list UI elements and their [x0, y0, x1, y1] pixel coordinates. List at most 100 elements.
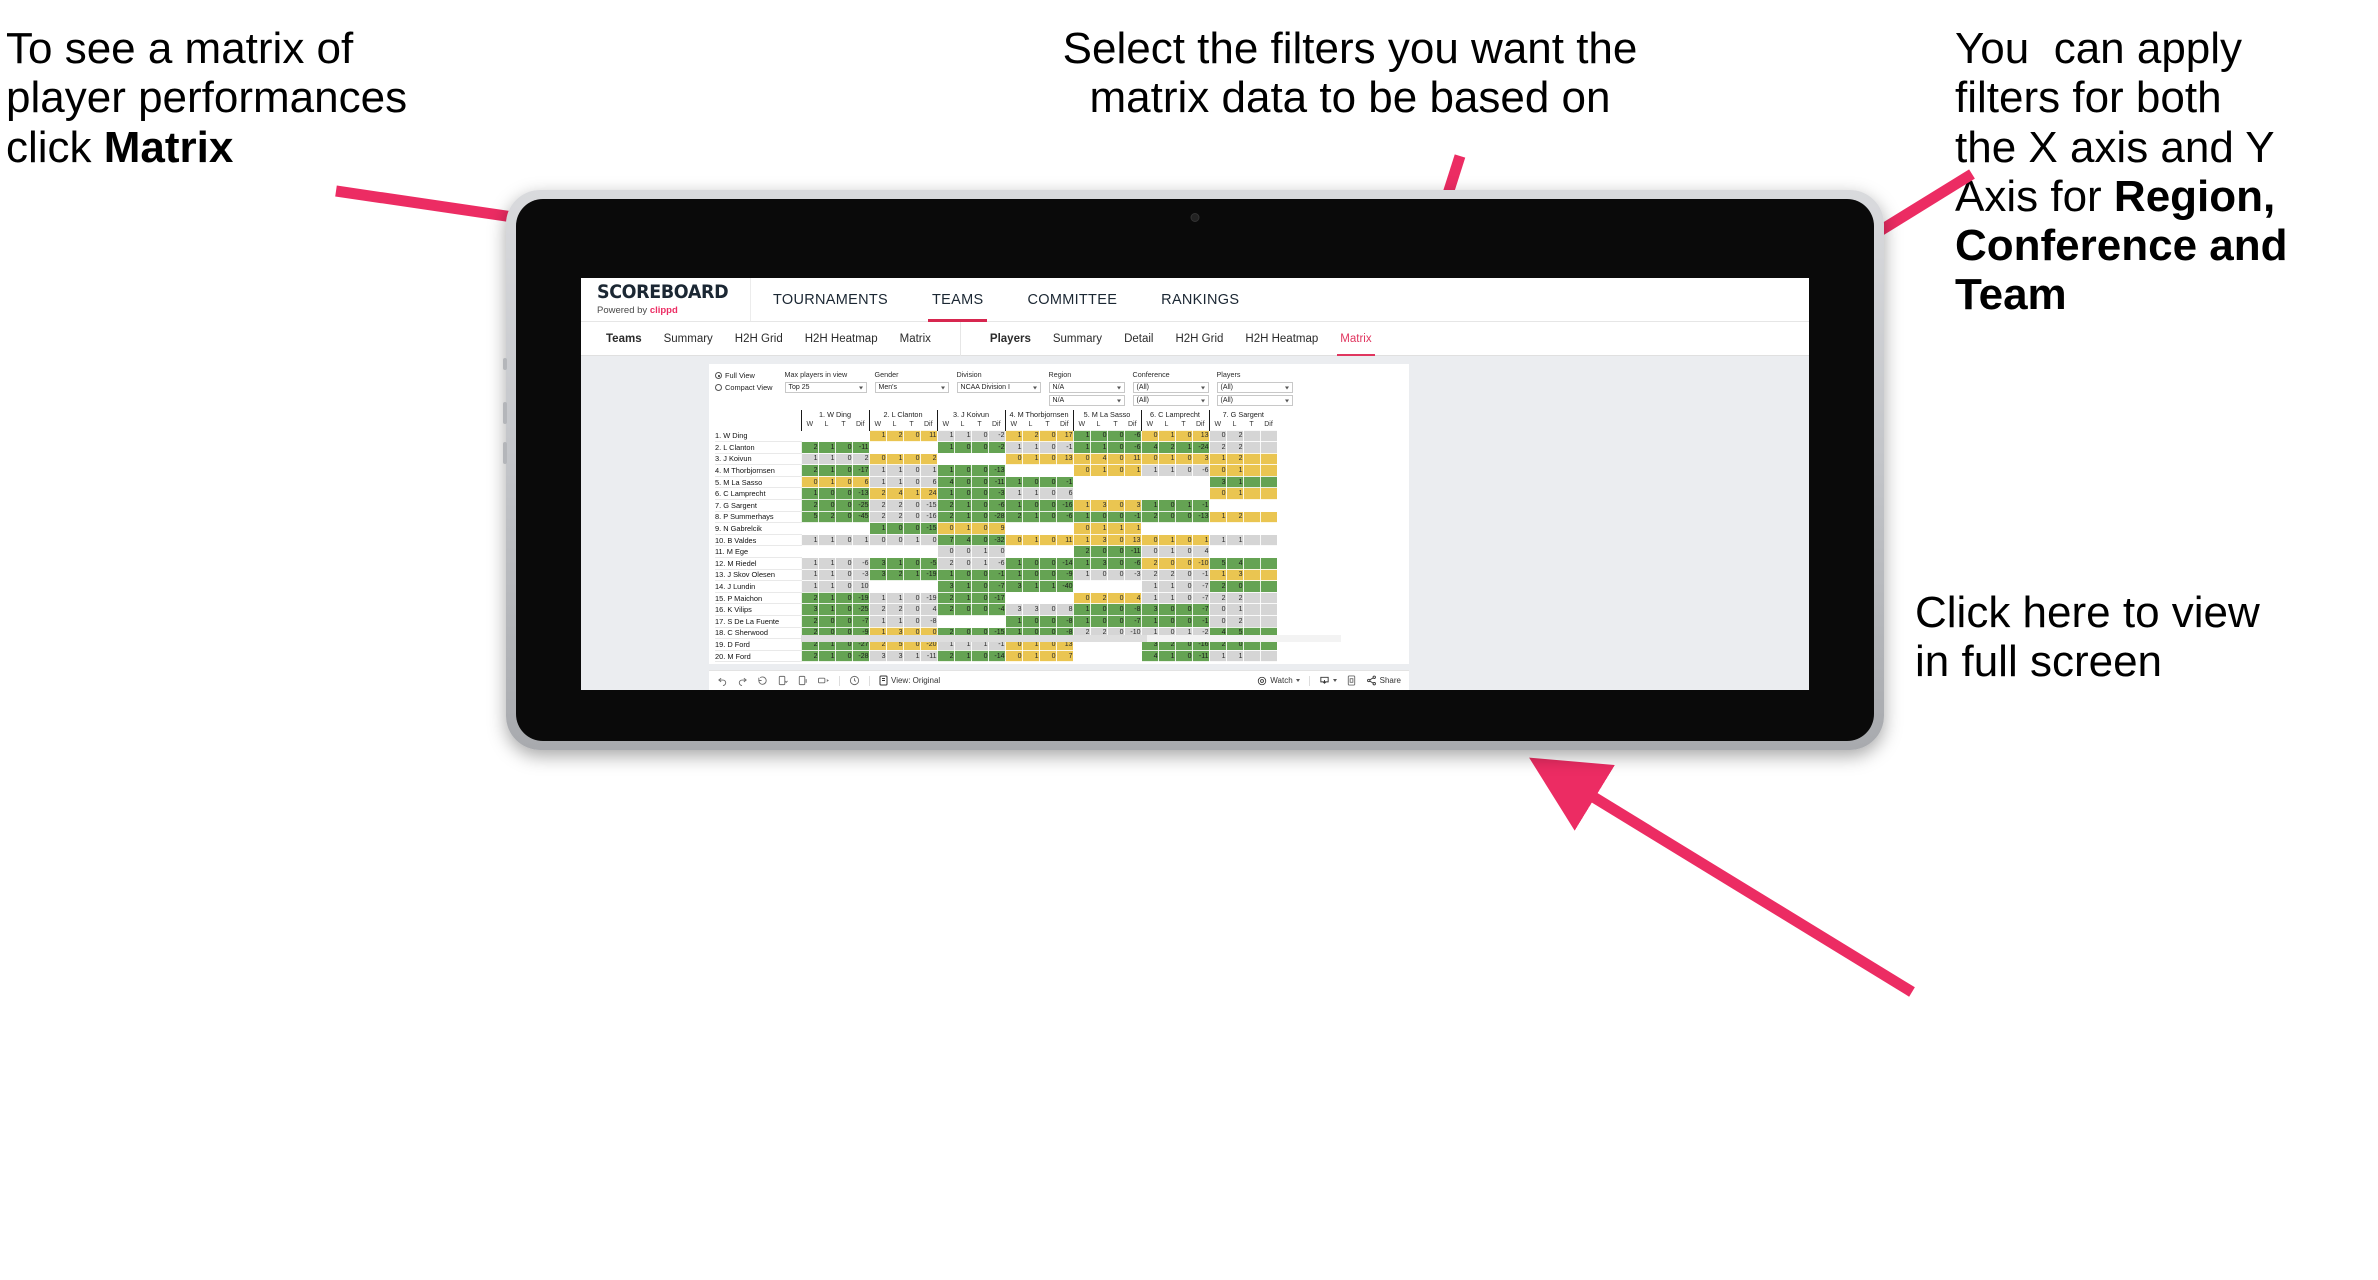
matrix-cell[interactable] — [1055, 591, 1074, 605]
matrix-cell[interactable]: 1 — [1021, 487, 1040, 501]
matrix-cell[interactable]: 0 — [1038, 510, 1057, 524]
matrix-cell[interactable]: 0 — [902, 603, 921, 616]
matrix-cell[interactable]: 1 — [885, 452, 904, 466]
matrix-cell[interactable]: 1 — [817, 475, 836, 489]
matrix-cell[interactable]: 2 — [1140, 510, 1159, 524]
matrix-cell[interactable] — [1089, 580, 1108, 593]
matrix-cell[interactable]: -3 — [1123, 568, 1142, 582]
matrix-cell[interactable]: 0 — [970, 591, 989, 605]
fullscreen-icon[interactable] — [1346, 675, 1357, 686]
matrix-cell[interactable]: 2 — [936, 603, 955, 616]
matrix-cell[interactable] — [1242, 452, 1261, 466]
matrix-cell[interactable]: 1 — [1140, 499, 1159, 512]
matrix-cell[interactable] — [1242, 429, 1261, 443]
matrix-cell[interactable]: 1 — [851, 533, 870, 547]
matrix-cell[interactable] — [834, 545, 853, 559]
matrix-cell[interactable] — [1259, 441, 1278, 454]
matrix-row-header[interactable]: 13. J Skov Olesen — [715, 569, 801, 582]
matrix-cell[interactable]: 0 — [834, 580, 853, 593]
history-icon[interactable] — [849, 675, 860, 686]
matrix-cell[interactable]: -6 — [987, 557, 1006, 570]
matrix-cell[interactable]: 0 — [1089, 603, 1108, 616]
matrix-cell[interactable]: 1 — [1089, 441, 1108, 454]
view-original-button[interactable]: View: Original — [879, 675, 940, 686]
matrix-cell[interactable]: 1 — [1140, 580, 1159, 593]
matrix-cell[interactable]: 4 — [1089, 452, 1108, 466]
matrix-cell[interactable] — [1174, 475, 1193, 489]
matrix-cell[interactable]: 2 — [936, 510, 955, 524]
matrix-cell[interactable]: 1 — [817, 603, 836, 616]
matrix-cell[interactable]: -7 — [1191, 603, 1210, 616]
matrix-cell[interactable]: 0 — [970, 475, 989, 489]
matrix-cell[interactable]: 1 — [1004, 487, 1023, 501]
matrix-cell[interactable]: 2 — [1225, 441, 1244, 454]
matrix-cell[interactable]: -28 — [851, 649, 870, 663]
matrix-row-header[interactable]: 19. D Ford — [715, 638, 801, 651]
matrix-cell[interactable]: 1 — [1072, 499, 1091, 512]
filter-gender-select[interactable]: Men's — [874, 382, 949, 393]
matrix-cell[interactable]: 0 — [1038, 615, 1057, 628]
matrix-cell[interactable]: 3 — [1089, 533, 1108, 547]
matrix-cell[interactable]: 0 — [1157, 557, 1176, 570]
matrix-cell[interactable] — [1259, 557, 1278, 570]
matrix-cell[interactable]: -7 — [987, 580, 1006, 593]
matrix-cell[interactable]: 2 — [800, 499, 819, 512]
matrix-cell[interactable]: -13 — [851, 487, 870, 501]
matrix-cell[interactable]: 1 — [1021, 580, 1040, 593]
matrix-cell[interactable]: 0 — [1174, 545, 1193, 559]
matrix-cell[interactable]: 1 — [885, 591, 904, 605]
matrix-cell[interactable]: 0 — [1038, 649, 1057, 663]
matrix-cell[interactable]: 1 — [953, 510, 972, 524]
matrix-cell[interactable]: 3 — [868, 568, 887, 582]
matrix-cell[interactable]: 1 — [800, 487, 819, 501]
matrix-cell[interactable]: 1 — [817, 568, 836, 582]
matrix-cell[interactable]: 0 — [1106, 499, 1125, 512]
matrix-cell[interactable]: -8 — [919, 615, 938, 628]
matrix-cell[interactable]: 1 — [902, 568, 921, 582]
matrix-cell[interactable]: -32 — [987, 533, 1006, 547]
matrix-cell[interactable]: 0 — [1038, 452, 1057, 466]
matrix-cell[interactable]: 0 — [902, 510, 921, 524]
matrix-cell[interactable]: 1 — [953, 591, 972, 605]
matrix-cell[interactable] — [1242, 557, 1261, 570]
matrix-cell[interactable]: 10 — [851, 580, 870, 593]
matrix-cell[interactable]: -6 — [851, 557, 870, 570]
matrix-cell[interactable]: 2 — [1089, 591, 1108, 605]
matrix-cell[interactable] — [1242, 591, 1261, 605]
matrix-cell[interactable]: 1 — [1191, 533, 1210, 547]
matrix-cell[interactable] — [1038, 464, 1057, 477]
matrix-cell[interactable]: 0 — [1038, 487, 1057, 501]
matrix-cell[interactable]: 1 — [953, 429, 972, 443]
matrix-cell[interactable]: 3 — [1089, 557, 1108, 570]
matrix-cell[interactable]: 1 — [1225, 464, 1244, 477]
matrix-cell[interactable]: 1 — [1174, 441, 1193, 454]
matrix-cell[interactable]: 0 — [902, 429, 921, 443]
filter-conference-select-y[interactable]: (All) — [1132, 395, 1209, 406]
matrix-cell[interactable]: 1 — [1072, 603, 1091, 616]
matrix-cell[interactable]: 5 — [800, 510, 819, 524]
matrix-cell[interactable]: 0 — [970, 510, 989, 524]
matrix-cell[interactable]: -6 — [1123, 429, 1142, 443]
matrix-cell[interactable]: 3 — [868, 557, 887, 570]
matrix-cell[interactable]: 1 — [1157, 591, 1176, 605]
matrix-cell[interactable]: 2 — [919, 452, 938, 466]
matrix-cell[interactable]: 0 — [1157, 499, 1176, 512]
matrix-cell[interactable] — [1072, 649, 1091, 663]
matrix-cell[interactable]: 4 — [936, 475, 955, 489]
matrix-cell[interactable]: -19 — [851, 591, 870, 605]
nav-tab-committee[interactable]: COMMITTEE — [1005, 278, 1139, 322]
matrix-cell[interactable]: 1 — [1021, 649, 1040, 663]
matrix-cell[interactable]: -2 — [987, 441, 1006, 454]
matrix-cell[interactable] — [1259, 522, 1278, 535]
matrix-row-header[interactable]: 4. M Thorbjornsen — [715, 464, 801, 477]
matrix-cell[interactable]: 0 — [1174, 580, 1193, 593]
matrix-cell[interactable] — [1021, 545, 1040, 559]
matrix-cell[interactable]: -24 — [1191, 441, 1210, 454]
matrix-cell[interactable]: 0 — [970, 441, 989, 454]
matrix-cell[interactable]: -1 — [1191, 499, 1210, 512]
matrix-cell[interactable]: 1 — [1072, 429, 1091, 443]
matrix-cell[interactable] — [885, 580, 904, 593]
matrix-cell[interactable]: 0 — [885, 533, 904, 547]
revert-icon[interactable] — [757, 675, 768, 686]
matrix-table-container[interactable]: 1. W Ding 2. L Clanton 3. J Koivun 4. M Tho… — [709, 408, 1409, 663]
